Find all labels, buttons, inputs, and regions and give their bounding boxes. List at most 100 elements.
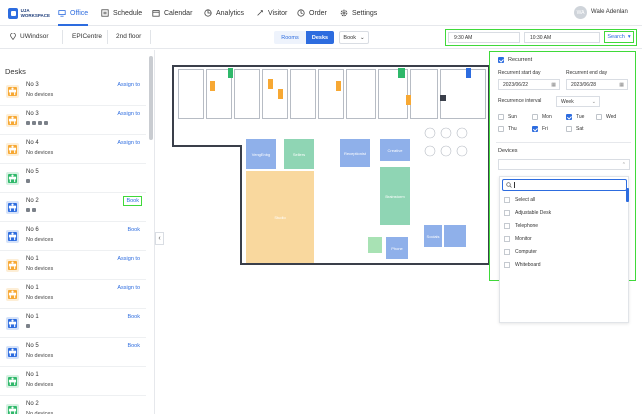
floor-plan[interactable]: VengEnbg Sellers Receptionist Creative S… <box>172 65 490 265</box>
nav-order[interactable]: Order <box>297 7 327 19</box>
desk-row[interactable]: No 1 No devices Assign to <box>0 251 146 280</box>
rooms-toggle[interactable]: Rooms <box>274 31 306 44</box>
desk-action-button[interactable]: Assign to <box>117 285 140 291</box>
collapse-sidebar-button[interactable]: ‹ <box>155 232 164 245</box>
zone-meeting[interactable] <box>444 225 466 247</box>
zone-sellers[interactable]: Sellers <box>284 139 314 169</box>
weekday-checkbox[interactable] <box>498 126 504 132</box>
desk-action-button[interactable]: Book <box>127 314 140 320</box>
nav-settings[interactable]: Settings <box>340 7 377 19</box>
office-room[interactable] <box>262 69 288 119</box>
device-option[interactable]: Monitor <box>504 236 532 242</box>
office-room[interactable] <box>318 69 344 119</box>
desk-row[interactable]: No 5 No devices Book <box>0 338 146 367</box>
zone-creative[interactable]: Creative <box>380 139 410 161</box>
desk-row[interactable]: No 1 Book <box>0 309 146 338</box>
desk-action-button[interactable]: Book <box>123 196 142 206</box>
device-option-checkbox[interactable] <box>504 197 510 203</box>
desk-action-button[interactable]: Book <box>127 227 140 233</box>
app-logo[interactable]: UJA WORKSPACE <box>8 5 50 21</box>
book-select[interactable]: Book ⌄ <box>339 31 369 44</box>
desk-action-button[interactable]: Assign to <box>117 256 140 262</box>
recurrent-checkbox[interactable] <box>498 57 504 63</box>
office-room[interactable] <box>234 69 260 119</box>
desk-row[interactable]: No 3 No devices Assign to <box>0 77 146 106</box>
device-option-checkbox[interactable] <box>504 210 510 216</box>
office-room[interactable] <box>290 69 316 119</box>
zone-studio[interactable]: Studio <box>246 171 314 263</box>
nav-analytics[interactable]: Analytics <box>204 7 244 19</box>
device-search-input[interactable] <box>502 179 627 191</box>
device-option[interactable]: Whiteboard <box>504 262 541 268</box>
desk-marker[interactable] <box>278 89 283 99</box>
chevron-down-icon: ▾ <box>627 34 631 40</box>
end-day-input[interactable]: 2023/06/28 ▦ <box>566 79 628 90</box>
desks-toggle[interactable]: Desks <box>306 31 334 44</box>
dropdown-scrollbar[interactable] <box>626 188 629 202</box>
device-option-checkbox[interactable] <box>504 223 510 229</box>
weekday-checkbox[interactable] <box>532 114 538 120</box>
device-option[interactable]: Computer <box>504 249 537 255</box>
start-time-input[interactable]: 9:30 AM <box>448 32 520 43</box>
desk-row[interactable]: No 2 Book <box>0 193 146 222</box>
weekday-checkbox[interactable] <box>566 114 572 120</box>
weekday-checkbox[interactable] <box>498 114 504 120</box>
desk-marker[interactable] <box>398 68 405 78</box>
office-room[interactable] <box>410 69 438 119</box>
desk-name: No 1 <box>26 314 39 320</box>
desk-row[interactable]: No 1 No devices Assign to <box>0 280 146 309</box>
device-option-checkbox[interactable] <box>504 262 510 268</box>
desk-row[interactable]: No 2 No devices <box>0 396 146 414</box>
zone-phone[interactable]: Phone <box>386 237 408 259</box>
desk-row[interactable]: No 1 No devices <box>0 367 146 396</box>
user-avatar[interactable]: WA <box>574 6 587 19</box>
desk-action-button[interactable]: Book <box>127 343 140 349</box>
office-room[interactable] <box>178 69 204 119</box>
desk-action-button[interactable]: Assign to <box>117 140 140 146</box>
desk-marker[interactable] <box>228 68 233 78</box>
devices-select[interactable]: ⌃ <box>498 159 630 170</box>
zone-socials[interactable]: Socials <box>424 225 442 247</box>
start-day-input[interactable]: 2023/06/22 ▦ <box>498 79 560 90</box>
desk-marker[interactable] <box>268 79 273 89</box>
zone-small[interactable] <box>368 237 382 253</box>
device-option-checkbox[interactable] <box>504 236 510 242</box>
device-option[interactable]: Adjustable Desk <box>504 210 551 216</box>
user-name[interactable]: Wale Adenlan <box>591 9 628 15</box>
nav-schedule[interactable]: Schedule <box>101 7 142 19</box>
desk-marker[interactable] <box>210 81 215 91</box>
search-button[interactable]: Search ▾ <box>604 31 634 43</box>
device-option-checkbox[interactable] <box>504 249 510 255</box>
desk-marker[interactable] <box>466 68 471 78</box>
desk-row[interactable]: No 4 No devices Assign to <box>0 135 146 164</box>
location-site[interactable]: UWindsor <box>10 33 49 40</box>
desk-row[interactable]: No 5 <box>0 164 146 193</box>
end-time-input[interactable]: 10:30 AM <box>524 32 600 43</box>
desk-marker[interactable] <box>336 81 341 91</box>
desk-action-button[interactable]: Assign to <box>117 111 140 117</box>
nav-visitor[interactable]: Visitor <box>256 7 287 19</box>
top-nav: UJA WORKSPACE Office Schedule Calendar A… <box>0 0 642 26</box>
weekday-checkbox[interactable] <box>532 126 538 132</box>
weekday-checkbox[interactable] <box>566 126 572 132</box>
zone-brainstorm[interactable]: Brainstorm <box>380 167 410 225</box>
desk-list-scrollbar[interactable] <box>149 56 153 140</box>
location-building[interactable]: EPICentre <box>72 33 102 40</box>
office-room[interactable] <box>440 69 486 119</box>
interval-select[interactable]: Week ⌄ <box>556 96 600 107</box>
desk-row[interactable]: No 3 Assign to <box>0 106 146 135</box>
desk-marker[interactable] <box>440 95 446 101</box>
desk-row[interactable]: No 6 No devices Book <box>0 222 146 251</box>
nav-calendar[interactable]: Calendar <box>152 7 192 19</box>
office-room[interactable] <box>346 69 376 119</box>
desk-action-button[interactable]: Assign to <box>117 82 140 88</box>
device-option[interactable]: Select all <box>504 197 535 203</box>
device-option[interactable]: Telephone <box>504 223 538 229</box>
device-icon <box>32 208 36 212</box>
zone-vengenbg[interactable]: VengEnbg <box>246 139 276 169</box>
zone-receptionist[interactable]: Receptionist <box>340 139 370 167</box>
location-floor[interactable]: 2nd floor <box>116 33 141 40</box>
nav-office[interactable]: Office <box>58 7 88 19</box>
weekday-checkbox[interactable] <box>596 114 602 120</box>
desk-marker[interactable] <box>406 95 411 105</box>
